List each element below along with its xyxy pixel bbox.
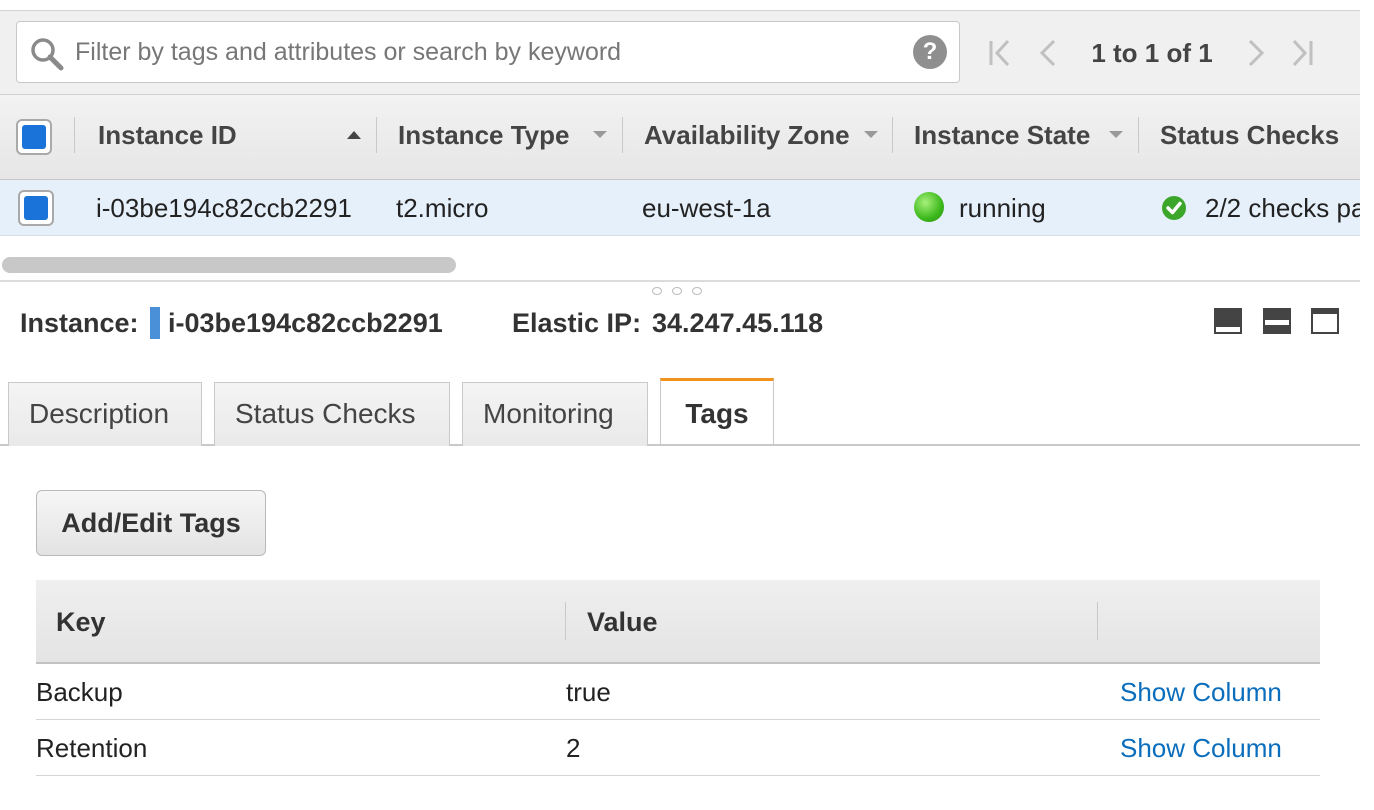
splitter-grip-icon[interactable] [672,287,682,295]
scrollbar-thumb[interactable] [2,257,456,273]
maximize-bottom-panel-icon[interactable] [1213,307,1243,335]
search-box[interactable]: ? [16,21,960,83]
table-row[interactable]: i-03be194c82ccb2291 t2.micro eu-west-1a … [0,180,1360,236]
row-checkbox[interactable] [18,190,54,226]
splitter-grip-icon[interactable] [652,287,662,295]
table-row: Backup true Show Column [36,664,1320,720]
add-edit-tags-button[interactable]: Add/Edit Tags [36,490,266,556]
tag-value-cell: true [566,677,611,707]
tab-tags[interactable]: Tags [660,378,774,444]
search-icon [31,38,64,71]
sort-dropdown-icon[interactable] [864,131,878,138]
status-checks-cell: 2/2 checks passed [1205,193,1360,223]
select-all-checkbox[interactable] [16,119,52,155]
last-page-icon[interactable] [1288,37,1316,69]
instance-label: Instance: [20,308,139,338]
instances-table-header: Instance ID Instance Type Availability Z… [0,94,1360,180]
availability-zone-cell: eu-west-1a [642,193,771,223]
running-status-icon [914,192,944,222]
tag-value-cell: 2 [566,733,581,763]
show-column-link[interactable]: Show Column [1120,672,1282,712]
next-page-icon[interactable] [1242,37,1270,69]
elastic-ip-value: 34.247.45.118 [652,308,824,338]
column-header-instance-id[interactable]: Instance ID [98,115,237,155]
previous-page-icon[interactable] [1034,37,1062,69]
column-header-status-checks[interactable]: Status Checks [1160,115,1339,155]
panel-splitter[interactable] [0,280,1360,282]
first-page-icon[interactable] [986,37,1014,69]
check-passed-icon [1162,196,1186,220]
instance-state-cell: running [959,193,1046,223]
instance-id-cell: i-03be194c82ccb2291 [96,193,352,223]
help-icon[interactable]: ? [913,35,947,69]
search-input[interactable] [75,32,895,72]
split-panel-icon[interactable] [1262,307,1292,335]
sort-dropdown-icon[interactable] [593,131,607,138]
instance-color-marker [150,307,160,339]
sort-ascending-icon[interactable] [347,131,361,139]
pagination-label: 1 to 1 of 1 [1091,38,1213,68]
column-header-instance-state[interactable]: Instance State [914,115,1090,155]
filter-toolbar: ? 1 to 1 of 1 [0,10,1360,94]
selected-instance-id: i-03be194c82ccb2291 [168,308,443,338]
tag-key-cell: Retention [36,733,148,763]
table-row: Retention 2 Show Column [36,720,1320,776]
column-header-key: Key [56,607,106,637]
maximize-top-panel-icon[interactable] [1310,307,1340,335]
column-header-value: Value [587,607,658,637]
elastic-ip-label: Elastic IP: [512,308,642,338]
tab-status-checks[interactable]: Status Checks [214,382,450,446]
tag-key-cell: Backup [36,677,123,707]
show-column-link[interactable]: Show Column [1120,728,1282,768]
sort-dropdown-icon[interactable] [1109,131,1123,138]
column-header-availability-zone[interactable]: Availability Zone [644,115,850,155]
tabs-baseline [0,444,1360,446]
tab-monitoring[interactable]: Monitoring [462,382,648,446]
horizontal-scrollbar[interactable] [0,252,1360,274]
tags-table-header: Key Value [36,580,1320,664]
splitter-grip-icon[interactable] [692,287,702,295]
instance-type-cell: t2.micro [396,193,489,223]
column-header-instance-type[interactable]: Instance Type [398,115,569,155]
tab-description[interactable]: Description [8,382,202,446]
